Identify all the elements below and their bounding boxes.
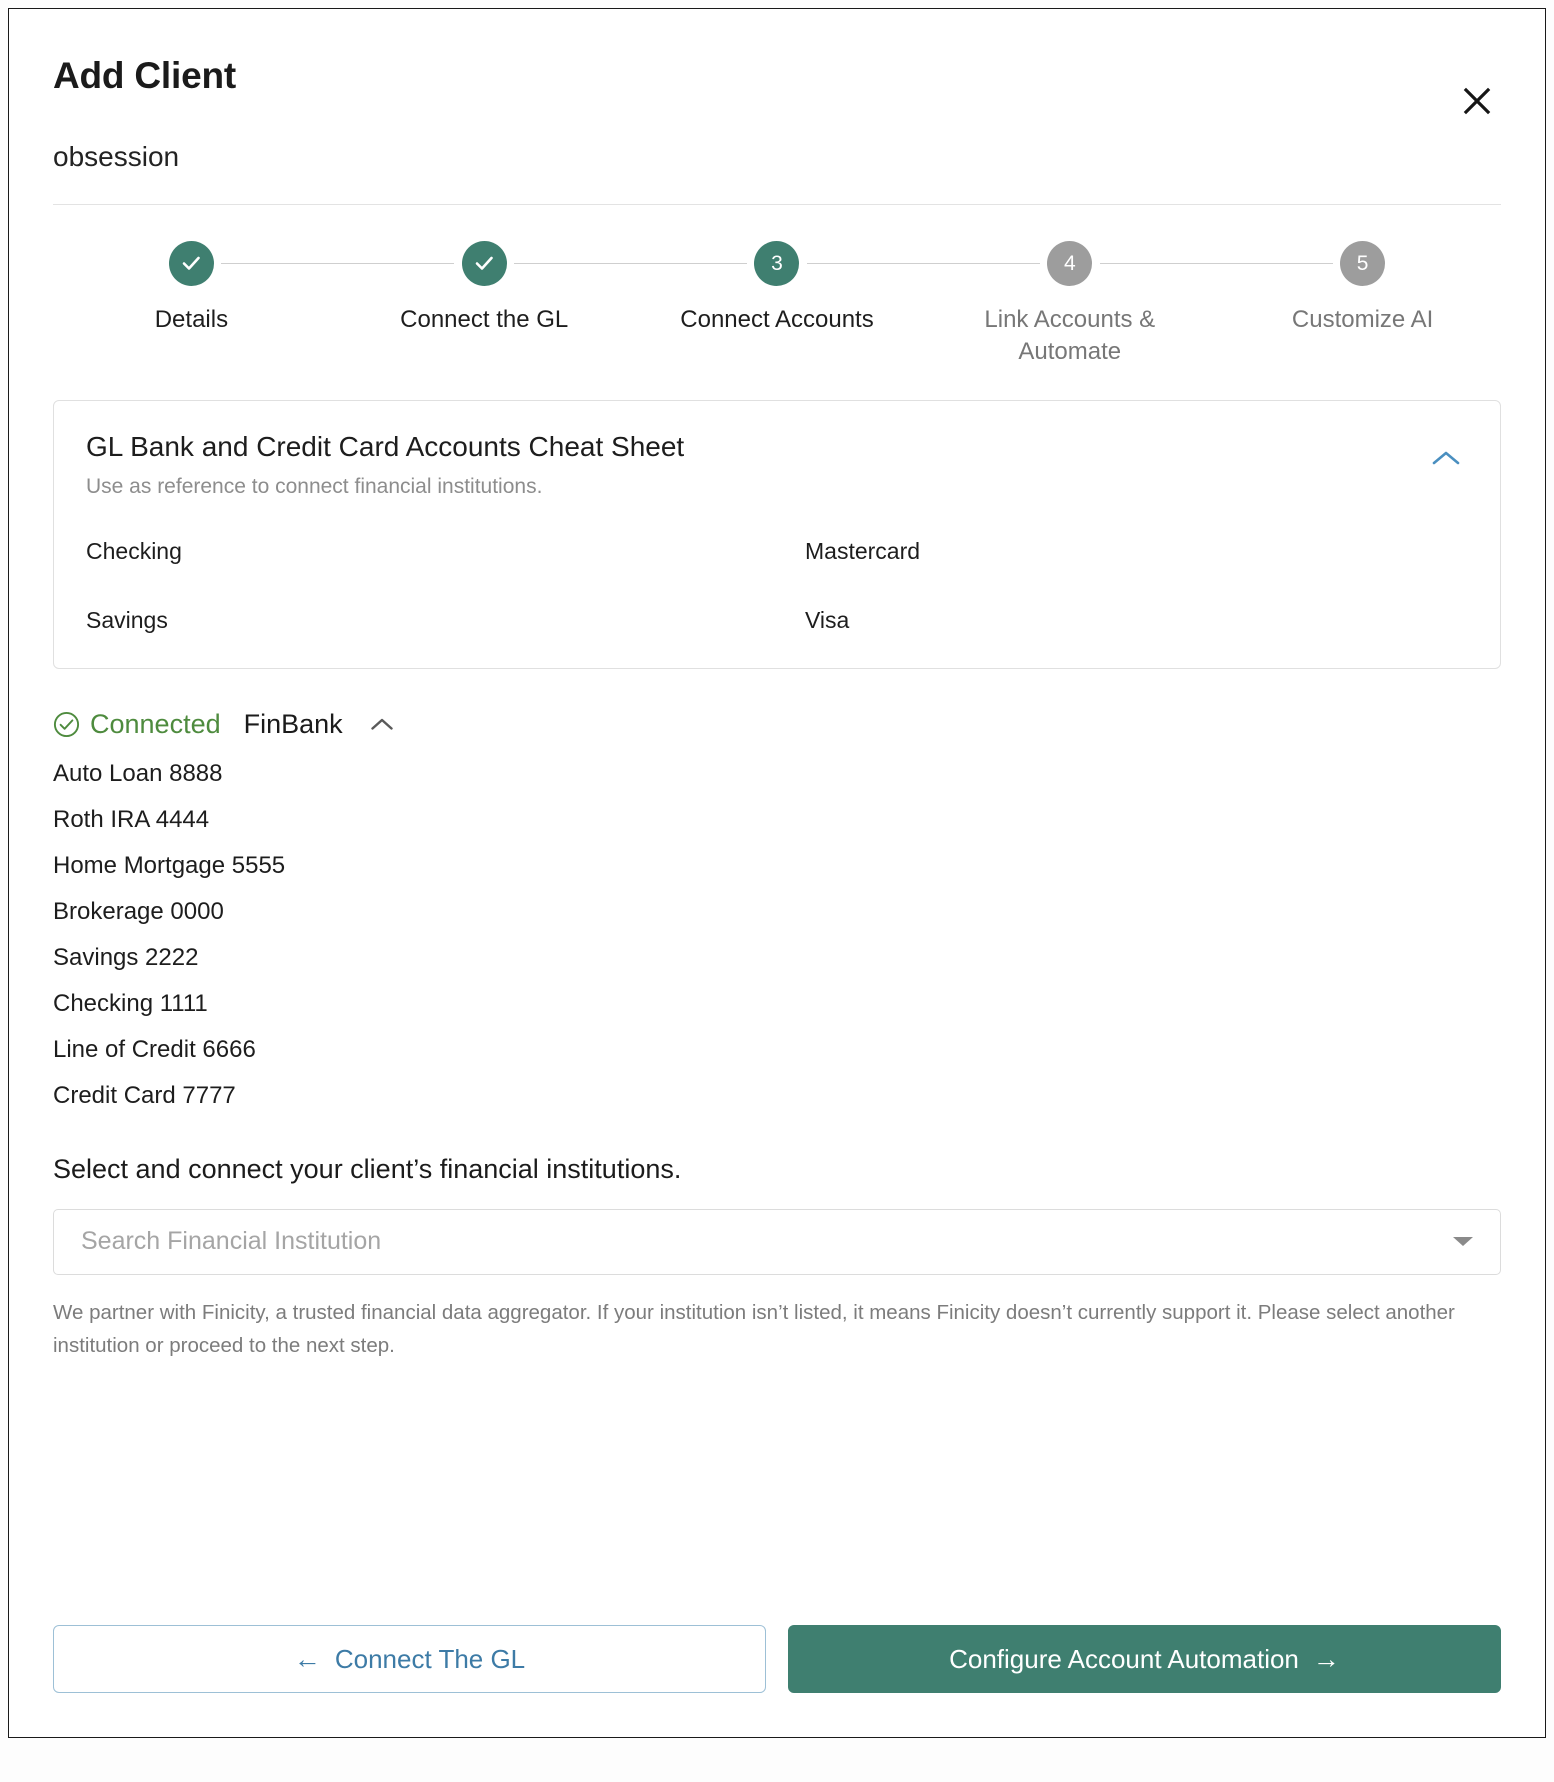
step-label: Link Accounts & Automate <box>984 306 1156 366</box>
check-icon <box>183 256 201 270</box>
step-circle-row: 3 <box>630 239 924 287</box>
client-name: obsession <box>53 140 180 172</box>
stepper-step-connect-the-gl[interactable]: Connect the GL <box>337 239 631 336</box>
search-field-wrapper <box>53 1208 1501 1275</box>
step-connector-right <box>806 263 924 265</box>
chevron-up-icon[interactable] <box>1426 445 1466 471</box>
step-circle-row: 4 <box>923 239 1217 287</box>
modal-footer: ← Connect The GL Configure Account Autom… <box>9 1625 1545 1737</box>
search-input[interactable] <box>53 1208 1501 1275</box>
stepper-step-customize-ai[interactable]: 5 Customize AI <box>1216 239 1509 336</box>
step-label: Customize AI <box>1291 306 1434 334</box>
next-button-label: Configure Account Automation <box>949 1644 1299 1674</box>
account-list: Auto Loan 8888 Roth IRA 4444 Home Mortga… <box>53 762 1501 1108</box>
screen-background: Add Client obsession Details Connect the… <box>0 0 1554 1782</box>
check-circle-icon <box>53 712 80 738</box>
page-title: Add Client <box>53 55 236 96</box>
list-item: Checking 1111 <box>53 990 208 1018</box>
step-label: Connect the GL <box>400 306 569 334</box>
close-icon[interactable] <box>1457 81 1497 121</box>
modal-body: GL Bank and Credit Card Accounts Cheat S… <box>9 368 1545 1625</box>
cheat-sheet-title: GL Bank and Credit Card Accounts Cheat S… <box>86 430 685 462</box>
stepper-step-details[interactable]: Details <box>45 239 338 336</box>
step-connector-right <box>514 263 631 265</box>
chevron-down-glyph <box>1453 1237 1473 1247</box>
cheat-sheet-subtitle: Use as reference to connect financial in… <box>86 474 543 498</box>
list-item: Auto Loan 8888 <box>53 760 223 788</box>
chevron-up-icon[interactable] <box>367 714 397 736</box>
step-indicator-active: 3 <box>754 240 800 286</box>
step-indicator-done <box>461 240 507 286</box>
step-connector-right <box>1099 263 1217 265</box>
check-icon <box>475 256 493 270</box>
list-item: Line of Credit 6666 <box>53 1036 256 1064</box>
arrow-right-icon: → <box>1312 1643 1340 1674</box>
list-item: Home Mortgage 5555 <box>53 852 286 880</box>
cheat-sheet-item: Checking <box>86 538 182 565</box>
step-circle-row <box>45 239 338 287</box>
institution-name: FinBank <box>243 709 343 740</box>
stepper: Details Connect the GL 3 Connect Account… <box>9 205 1545 368</box>
header-divider <box>53 204 1501 206</box>
stepper-step-connect-accounts[interactable]: 3 Connect Accounts <box>630 239 924 336</box>
step-connector-left <box>337 263 455 265</box>
list-item: Brokerage 0000 <box>53 898 224 926</box>
step-connector-right <box>221 263 338 265</box>
chevron-up-glyph <box>1432 451 1460 465</box>
list-item: Credit Card 7777 <box>53 1082 236 1110</box>
step-indicator-todo: 4 <box>1047 240 1093 286</box>
cheat-sheet-item: Savings <box>86 606 168 633</box>
chevron-up-glyph <box>370 719 393 731</box>
cheat-sheet-grid: Checking Mastercard Savings Visa <box>86 538 1468 634</box>
close-glyph <box>1463 87 1491 115</box>
step-indicator-todo: 5 <box>1340 240 1386 286</box>
step-connector-left <box>923 263 1040 265</box>
finicity-disclaimer: We partner with Finicity, a trusted fina… <box>53 1300 1455 1357</box>
step-indicator-done <box>168 240 214 286</box>
back-button-label: Connect The GL <box>334 1644 526 1674</box>
step-connector-left <box>1216 263 1333 265</box>
back-button[interactable]: ← Connect The GL <box>53 1625 766 1693</box>
cheat-sheet-item: Visa <box>805 606 850 633</box>
step-label: Connect Accounts <box>680 306 874 334</box>
step-circle-row: 5 <box>1216 239 1509 287</box>
list-item: Roth IRA 4444 <box>53 806 210 834</box>
step-label: Details <box>154 306 229 334</box>
modal-header: Add Client obsession <box>9 9 1545 206</box>
select-institution-prompt: Select and connect your client’s financi… <box>53 1154 682 1185</box>
configure-account-automation-button[interactable]: Configure Account Automation → <box>788 1625 1501 1693</box>
chevron-down-icon[interactable] <box>1450 1209 1476 1275</box>
cheat-sheet-card: GL Bank and Credit Card Accounts Cheat S… <box>53 399 1501 670</box>
cheat-sheet-item: Mastercard <box>805 538 921 565</box>
arrow-left-icon: ← <box>293 1643 321 1674</box>
connected-institution-header[interactable]: Connected FinBank <box>53 711 1501 738</box>
status-badge: Connected <box>90 709 221 740</box>
step-connector-left <box>630 263 747 265</box>
stepper-step-link-accounts-automate[interactable]: 4 Link Accounts & Automate <box>923 239 1217 368</box>
step-circle-row <box>337 239 631 287</box>
list-item: Savings 2222 <box>53 944 199 972</box>
add-client-modal: Add Client obsession Details Connect the… <box>8 8 1546 1738</box>
